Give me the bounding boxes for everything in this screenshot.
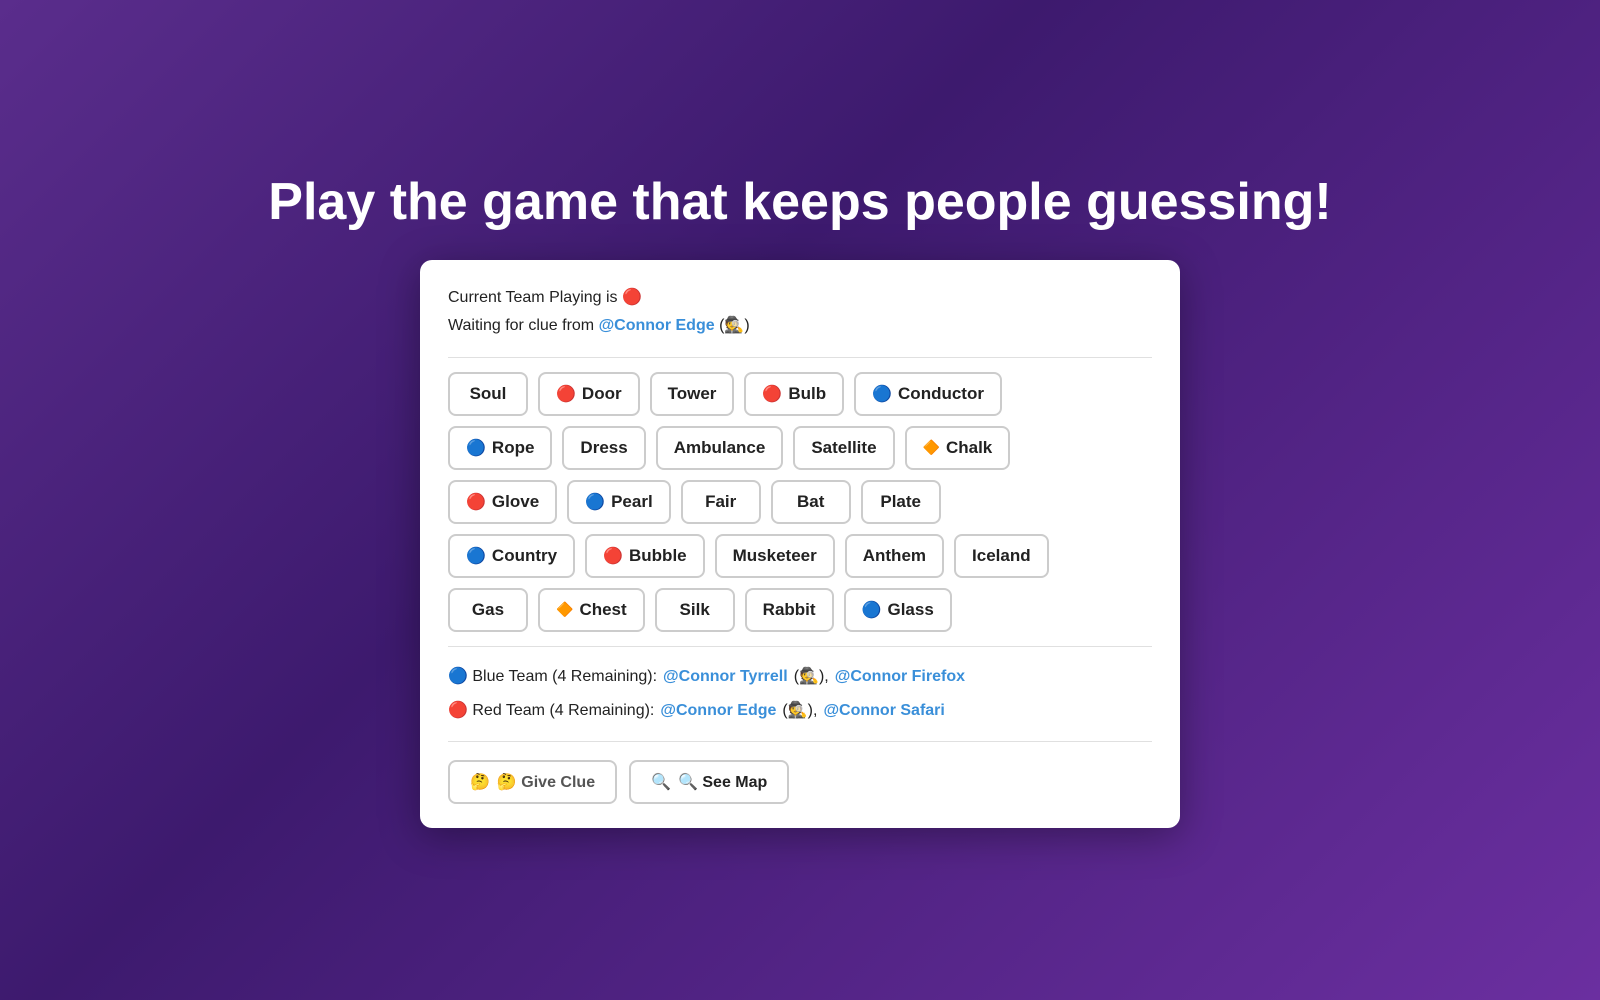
give-clue-label: 🤔 Give Clue: [497, 772, 595, 792]
blue-team-line: 🔵 Blue Team (4 Remaining): @Connor Tyrre…: [448, 661, 1152, 693]
see-map-button[interactable]: 🔍 🔍 See Map: [629, 760, 789, 804]
red-team-emoji1: (🕵️),: [782, 695, 817, 727]
clue-giver-name: @Connor Edge: [599, 317, 715, 334]
word-fair[interactable]: Fair: [681, 480, 761, 524]
give-clue-button[interactable]: 🤔 🤔 Give Clue: [448, 760, 617, 804]
word-gas[interactable]: Gas: [448, 588, 528, 632]
word-row-1: Soul 🔴Door Tower 🔴Bulb 🔵Conductor: [448, 372, 1152, 416]
word-door[interactable]: 🔴Door: [538, 372, 640, 416]
word-rope[interactable]: 🔵Rope: [448, 426, 552, 470]
waiting-clue-line: Waiting for clue from @Connor Edge (🕵️): [448, 312, 1152, 339]
current-team-line: Current Team Playing is 🔴: [448, 284, 1152, 311]
word-satellite[interactable]: Satellite: [793, 426, 894, 470]
blue-team-emoji1: (🕵️),: [794, 661, 829, 693]
word-rabbit[interactable]: Rabbit: [745, 588, 834, 632]
red-team-member2: @Connor Safari: [823, 695, 944, 727]
word-anthem[interactable]: Anthem: [845, 534, 944, 578]
word-tower[interactable]: Tower: [650, 372, 735, 416]
red-team-line: 🔴 Red Team (4 Remaining): @Connor Edge (…: [448, 695, 1152, 727]
word-pearl[interactable]: 🔵Pearl: [567, 480, 671, 524]
word-silk[interactable]: Silk: [655, 588, 735, 632]
word-ambulance[interactable]: Ambulance: [656, 426, 784, 470]
red-team-label: 🔴 Red Team (4 Remaining):: [448, 695, 654, 727]
waiting-prefix: Waiting for clue from: [448, 317, 594, 334]
word-bulb[interactable]: 🔴Bulb: [744, 372, 844, 416]
blue-team-label: 🔵 Blue Team (4 Remaining):: [448, 661, 657, 693]
blue-team-member2: @Connor Firefox: [835, 661, 965, 693]
word-bubble[interactable]: 🔴Bubble: [585, 534, 705, 578]
word-row-5: Gas 🔶Chest Silk Rabbit 🔵Glass: [448, 588, 1152, 632]
word-dress[interactable]: Dress: [562, 426, 645, 470]
word-glove[interactable]: 🔴Glove: [448, 480, 557, 524]
word-grid: Soul 🔴Door Tower 🔴Bulb 🔵Conductor 🔵Rope …: [448, 372, 1152, 632]
word-conductor[interactable]: 🔵Conductor: [854, 372, 1002, 416]
word-soul[interactable]: Soul: [448, 372, 528, 416]
blue-team-member1: @Connor Tyrrell: [663, 661, 788, 693]
word-chest[interactable]: 🔶Chest: [538, 588, 645, 632]
word-country[interactable]: 🔵Country: [448, 534, 575, 578]
word-row-3: 🔴Glove 🔵Pearl Fair Bat Plate: [448, 480, 1152, 524]
current-team-emoji: 🔴: [622, 289, 642, 306]
word-iceland[interactable]: Iceland: [954, 534, 1049, 578]
clue-giver-emoji: (🕵️): [719, 317, 750, 334]
current-team-label: Current Team Playing is: [448, 289, 618, 306]
red-team-member1: @Connor Edge: [660, 695, 776, 727]
page-title: Play the game that keeps people guessing…: [268, 172, 1331, 232]
give-clue-emoji: 🤔: [470, 772, 490, 792]
divider-top: [448, 357, 1152, 358]
word-glass[interactable]: 🔵Glass: [844, 588, 952, 632]
divider-bottom: [448, 741, 1152, 742]
game-card: Current Team Playing is 🔴 Waiting for cl…: [420, 260, 1180, 827]
see-map-label: 🔍 See Map: [678, 772, 767, 792]
word-musketeer[interactable]: Musketeer: [715, 534, 835, 578]
word-row-4: 🔵Country 🔴Bubble Musketeer Anthem Icelan…: [448, 534, 1152, 578]
word-chalk[interactable]: 🔶Chalk: [905, 426, 1011, 470]
teams-section: 🔵 Blue Team (4 Remaining): @Connor Tyrre…: [448, 661, 1152, 727]
actions-row: 🤔 🤔 Give Clue 🔍 🔍 See Map: [448, 760, 1152, 804]
word-bat[interactable]: Bat: [771, 480, 851, 524]
status-section: Current Team Playing is 🔴 Waiting for cl…: [448, 284, 1152, 338]
divider-mid: [448, 646, 1152, 647]
word-row-2: 🔵Rope Dress Ambulance Satellite 🔶Chalk: [448, 426, 1152, 470]
word-plate[interactable]: Plate: [861, 480, 941, 524]
see-map-emoji: 🔍: [651, 772, 671, 792]
